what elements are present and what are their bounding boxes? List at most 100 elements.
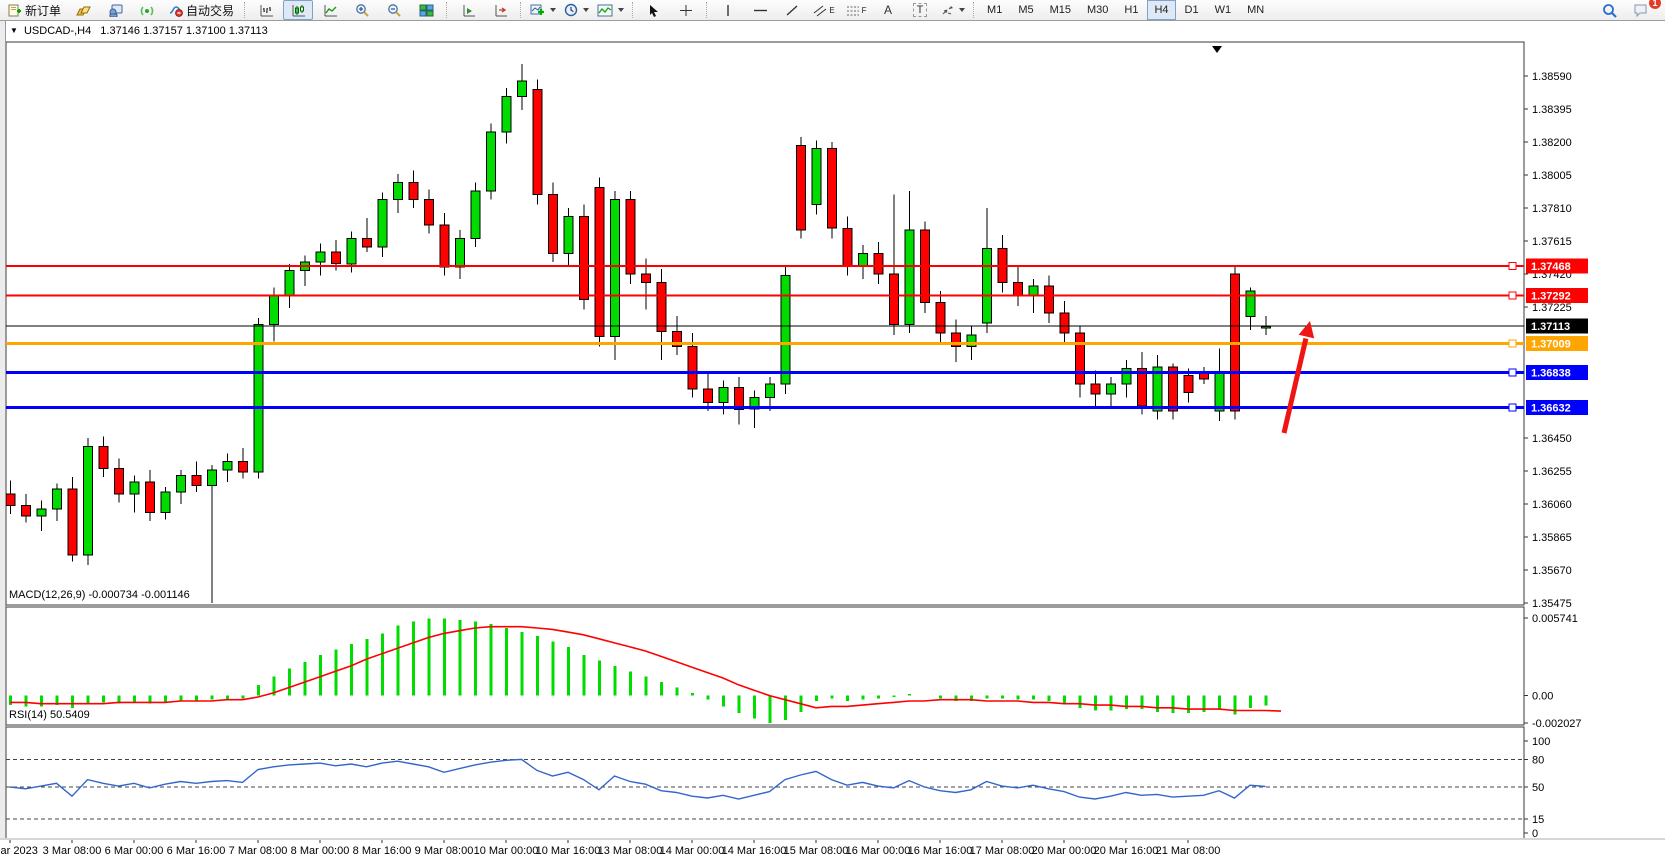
trendline-tool-button[interactable] bbox=[777, 0, 807, 20]
notifications-button[interactable]: 1 bbox=[1626, 0, 1656, 20]
new-chart-icon bbox=[530, 4, 545, 17]
navigator-icon bbox=[108, 4, 123, 17]
timeframe-button-M5[interactable]: M5 bbox=[1011, 0, 1040, 20]
chat-bubble-icon bbox=[1633, 3, 1649, 17]
timeframe-button-W1[interactable]: W1 bbox=[1208, 0, 1239, 20]
vertical-line-icon bbox=[723, 4, 733, 17]
chart-canvas[interactable]: 1.385901.383951.382001.380051.378101.376… bbox=[0, 21, 1665, 861]
candlestick-chart-icon bbox=[291, 4, 306, 17]
vertical-line-tool-button[interactable] bbox=[713, 0, 743, 20]
chart-dropdown-icon[interactable]: ▼ bbox=[10, 26, 18, 35]
chart-shift-button[interactable] bbox=[453, 0, 483, 20]
market-watch-button[interactable] bbox=[68, 0, 98, 20]
timeframe-button-M30[interactable]: M30 bbox=[1080, 0, 1115, 20]
chart-shift-icon bbox=[461, 4, 476, 17]
svg-text:1.36255: 1.36255 bbox=[1532, 466, 1572, 478]
crosshair-tool-button[interactable] bbox=[671, 0, 701, 20]
hline-anchor[interactable] bbox=[1509, 262, 1516, 269]
signals-button[interactable] bbox=[132, 0, 162, 20]
line-chart-button[interactable] bbox=[315, 0, 345, 20]
text-label-tool-button[interactable]: T bbox=[905, 0, 935, 20]
toolbar-separator bbox=[244, 2, 246, 18]
new-chart-button[interactable] bbox=[527, 0, 559, 20]
timeframe-button-H4[interactable]: H4 bbox=[1147, 0, 1175, 20]
chart-quote-text: 1.37146 1.37157 1.37100 1.37113 bbox=[100, 25, 267, 37]
toolbar-separator bbox=[446, 2, 448, 18]
svg-text:3 Mar 08:00: 3 Mar 08:00 bbox=[43, 845, 102, 857]
notification-badge: 1 bbox=[1649, 0, 1661, 9]
svg-text:1.37615: 1.37615 bbox=[1532, 236, 1572, 248]
svg-text:0.005741: 0.005741 bbox=[1532, 613, 1578, 625]
trendline-icon bbox=[785, 4, 799, 17]
svg-text:6 Mar 16:00: 6 Mar 16:00 bbox=[167, 845, 226, 857]
svg-text:1.35670: 1.35670 bbox=[1532, 565, 1572, 577]
indicators-button[interactable] bbox=[594, 0, 627, 20]
timeframe-button-M15[interactable]: M15 bbox=[1043, 0, 1078, 20]
text-tool-icon: A bbox=[884, 3, 892, 17]
auto-scroll-icon bbox=[493, 4, 508, 17]
autotrading-button[interactable]: 自动交易 bbox=[164, 0, 239, 20]
svg-text:21 Mar 08:00: 21 Mar 08:00 bbox=[1156, 845, 1221, 857]
svg-text:1.38005: 1.38005 bbox=[1532, 170, 1572, 182]
bar-chart-button[interactable] bbox=[251, 0, 281, 20]
fibonacci-tool-button[interactable]: F bbox=[841, 0, 871, 20]
svg-text:17 Mar 08:00: 17 Mar 08:00 bbox=[970, 845, 1035, 857]
horizontal-line-icon bbox=[753, 4, 768, 17]
svg-text:1.35475: 1.35475 bbox=[1532, 598, 1572, 610]
navigator-button[interactable] bbox=[100, 0, 130, 20]
toolbar-separator bbox=[973, 2, 975, 18]
chevron-down-icon bbox=[618, 8, 624, 12]
new-order-icon bbox=[8, 4, 22, 17]
channel-tool-sub: E bbox=[829, 6, 834, 15]
svg-text:1.37113: 1.37113 bbox=[1531, 321, 1570, 333]
new-order-button[interactable]: 新订单 bbox=[3, 0, 66, 20]
text-tool-button[interactable]: A bbox=[873, 0, 903, 20]
hline-anchor[interactable] bbox=[1509, 292, 1516, 299]
svg-text:1.37009: 1.37009 bbox=[1531, 339, 1571, 351]
periods-button[interactable] bbox=[561, 0, 592, 20]
svg-text:1.36060: 1.36060 bbox=[1532, 499, 1572, 511]
chart-window: 1.385901.383951.382001.380051.378101.376… bbox=[0, 21, 1665, 840]
timeframe-group: M1M5M15M30H1H4D1W1MN bbox=[979, 0, 1272, 20]
timeframe-button-H1[interactable]: H1 bbox=[1117, 0, 1145, 20]
fibonacci-icon bbox=[846, 4, 861, 17]
chart-symbol-title: USDCAD-,H4 bbox=[24, 25, 91, 37]
autotrading-label: 自动交易 bbox=[186, 2, 234, 19]
crosshair-icon bbox=[679, 4, 693, 17]
svg-text:15 Mar 08:00: 15 Mar 08:00 bbox=[784, 845, 849, 857]
toolbar-separator bbox=[520, 2, 522, 18]
svg-text:-0.002027: -0.002027 bbox=[1532, 718, 1582, 730]
hline-anchor[interactable] bbox=[1509, 369, 1516, 376]
svg-text:6 Mar 00:00: 6 Mar 00:00 bbox=[105, 845, 164, 857]
hline-anchor[interactable] bbox=[1509, 340, 1516, 347]
svg-text:50: 50 bbox=[1532, 782, 1544, 794]
tile-windows-button[interactable] bbox=[411, 0, 441, 20]
search-button[interactable] bbox=[1594, 0, 1624, 20]
chevron-down-icon bbox=[550, 8, 556, 12]
cursor-tool-button[interactable] bbox=[639, 0, 669, 20]
chevron-down-icon bbox=[583, 8, 589, 12]
timeframe-button-MN[interactable]: MN bbox=[1240, 0, 1271, 20]
arrows-tool-button[interactable] bbox=[937, 0, 968, 20]
equidistant-channel-icon bbox=[813, 4, 828, 17]
horizontal-line-tool-button[interactable] bbox=[745, 0, 775, 20]
svg-text:1.37225: 1.37225 bbox=[1532, 302, 1572, 314]
channel-tool-button[interactable]: E bbox=[809, 0, 839, 20]
svg-text:1.38590: 1.38590 bbox=[1532, 71, 1572, 83]
svg-text:20 Mar 16:00: 20 Mar 16:00 bbox=[1094, 845, 1159, 857]
svg-text:1.36838: 1.36838 bbox=[1531, 367, 1571, 379]
timeframe-button-M1[interactable]: M1 bbox=[980, 0, 1009, 20]
macd-indicator-label: MACD(12,26,9) -0.000734 -0.001146 bbox=[9, 589, 190, 601]
svg-text:16 Mar 16:00: 16 Mar 16:00 bbox=[908, 845, 973, 857]
timeframe-button-D1[interactable]: D1 bbox=[1178, 0, 1206, 20]
zoom-out-button[interactable] bbox=[379, 0, 409, 20]
auto-scroll-button[interactable] bbox=[485, 0, 515, 20]
price-badges: 1.374681.372921.371131.370091.368381.366… bbox=[1526, 258, 1588, 415]
search-icon bbox=[1602, 3, 1617, 18]
svg-text:1.35865: 1.35865 bbox=[1532, 532, 1572, 544]
date-axis: 2 Mar 20233 Mar 08:006 Mar 00:006 Mar 16… bbox=[0, 839, 1220, 857]
candlestick-chart-button[interactable] bbox=[283, 0, 313, 20]
hline-anchor[interactable] bbox=[1509, 404, 1516, 411]
svg-text:1.37810: 1.37810 bbox=[1532, 203, 1572, 215]
zoom-in-button[interactable] bbox=[347, 0, 377, 20]
